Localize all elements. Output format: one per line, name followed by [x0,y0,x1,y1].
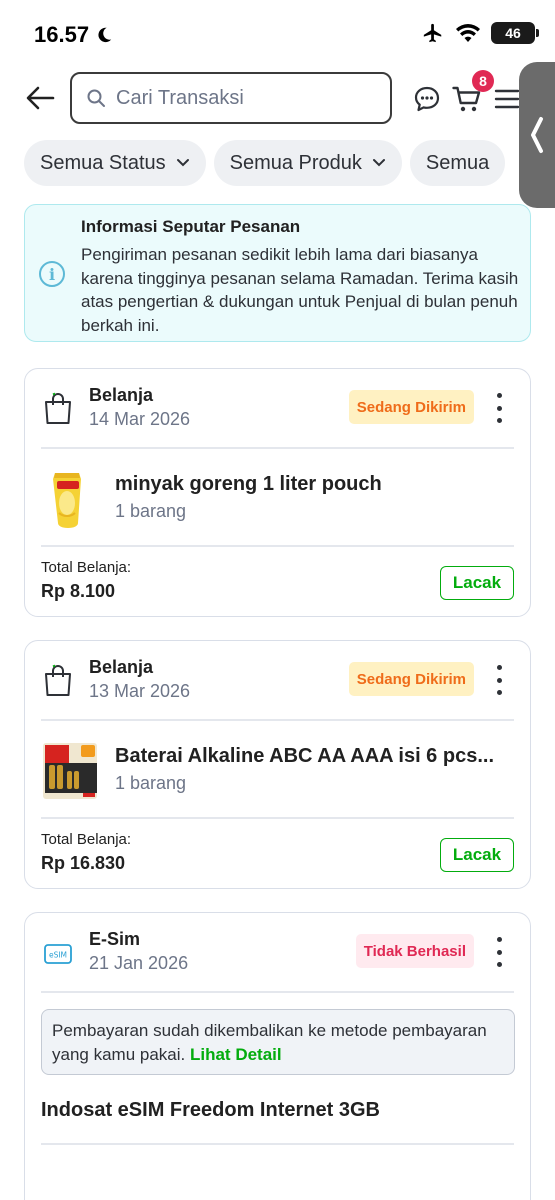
product-name: Indosat eSIM Freedom Internet 3GB [41,1099,380,1121]
cart-count-badge: 8 [472,70,494,92]
total-value: Rp 16.830 [41,853,126,873]
order-category: E-Sim [89,929,141,949]
cart-button[interactable]: 8 [452,70,494,114]
filter-product-label: Semua Produk [229,151,362,174]
total-label: Total Belanja: [41,559,132,576]
filter-product[interactable]: Semua Produk [213,140,402,186]
divider [41,991,514,993]
more-vertical-icon[interactable] [486,935,512,969]
order-category: Belanja [89,385,154,405]
wifi-icon [456,24,480,42]
chat-button[interactable] [412,84,442,114]
menu-button[interactable] [492,84,522,114]
esim-icon: eSIM [44,944,72,964]
status-badge: Sedang Dikirim [348,662,474,696]
total-label: Total Belanja: [41,831,132,848]
order-category: Belanja [89,657,154,677]
info-title: Informasi Seputar Pesanan [81,217,301,236]
order-date: 14 Mar 2026 [89,409,191,429]
filter-chips: Semua Status Semua Produk Semua [24,140,506,186]
divider [41,817,514,819]
chevron-down-icon [176,159,189,167]
track-button[interactable]: Lacak [440,566,514,600]
info-icon: i [39,261,65,287]
track-button[interactable]: Lacak [440,838,514,872]
order-card[interactable]: eSIM E-Sim 21 Jan 2026 Tidak Berhasil Pe… [24,912,531,1200]
order-date: 21 Jan 2026 [89,953,189,973]
more-vertical-icon[interactable] [486,663,512,697]
divider [41,1143,514,1145]
hamburger-menu-icon [494,89,520,109]
shopping-bag-icon [45,664,71,696]
shopping-bag-icon [45,392,71,424]
battery-indicator: 46 [491,22,539,44]
chat-icon [414,86,440,112]
back-button[interactable] [22,80,58,116]
see-detail-link[interactable]: Lihat Detail [190,1045,282,1064]
status-badge: Tidak Berhasil [355,934,474,968]
status-icons: 46 [421,22,539,44]
product-thumbnail [43,743,97,799]
product-qty: 1 barang [115,773,187,793]
arrow-left-icon [26,86,55,110]
top-header: 8 [0,70,555,126]
divider [41,545,514,547]
status-time: 16.57 [34,22,113,48]
chevron-down-icon [372,159,385,167]
status-badge: Sedang Dikirim [348,390,474,424]
order-card-header: Belanja 14 Mar 2026 Sedang Dikirim [25,369,530,447]
svg-text:eSIM: eSIM [49,951,67,960]
search-input[interactable] [116,86,366,110]
airplane-icon [423,23,442,43]
order-card-header: Belanja 13 Mar 2026 Sedang Dikirim [25,641,530,719]
refund-notice: Pembayaran sudah dikembalikan ke metode … [41,1009,515,1075]
order-date: 13 Mar 2026 [89,681,191,701]
order-card-header: eSIM E-Sim 21 Jan 2026 Tidak Berhasil [25,913,530,991]
order-card[interactable]: Belanja 13 Mar 2026 Sedang Dikirim Bater… [24,640,531,889]
transaction-list-page: 16.57 46 8 Semua [0,0,555,1200]
divider [41,719,514,721]
search-icon [87,89,105,107]
chevron-left-icon [531,117,543,153]
product-qty: 1 barang [115,501,187,521]
filter-status-label: Semua Status [40,151,166,174]
divider [41,447,514,449]
product-thumbnail [53,473,81,528]
product-name: Baterai Alkaline ABC AA AAA isi 6 pcs... [115,745,494,767]
order-info-banner: i Informasi Seputar Pesanan Pengiriman p… [24,204,531,342]
filter-date-label: Semua [425,151,490,174]
order-card[interactable]: Belanja 14 Mar 2026 Sedang Dikirim minya… [24,368,531,617]
search-box[interactable] [70,72,392,124]
moon-icon [98,27,112,43]
more-vertical-icon[interactable] [486,391,512,425]
side-panel-handle[interactable] [519,62,555,208]
filter-status[interactable]: Semua Status [24,140,206,186]
filter-date[interactable]: Semua [409,140,506,186]
product-name: minyak goreng 1 liter pouch [115,473,382,495]
status-bar: 16.57 46 [0,0,555,64]
info-text: Pengiriman pesanan sedikit lebih lama da… [81,245,519,335]
clock-text: 16.57 [34,22,90,47]
total-value: Rp 8.100 [41,581,116,601]
